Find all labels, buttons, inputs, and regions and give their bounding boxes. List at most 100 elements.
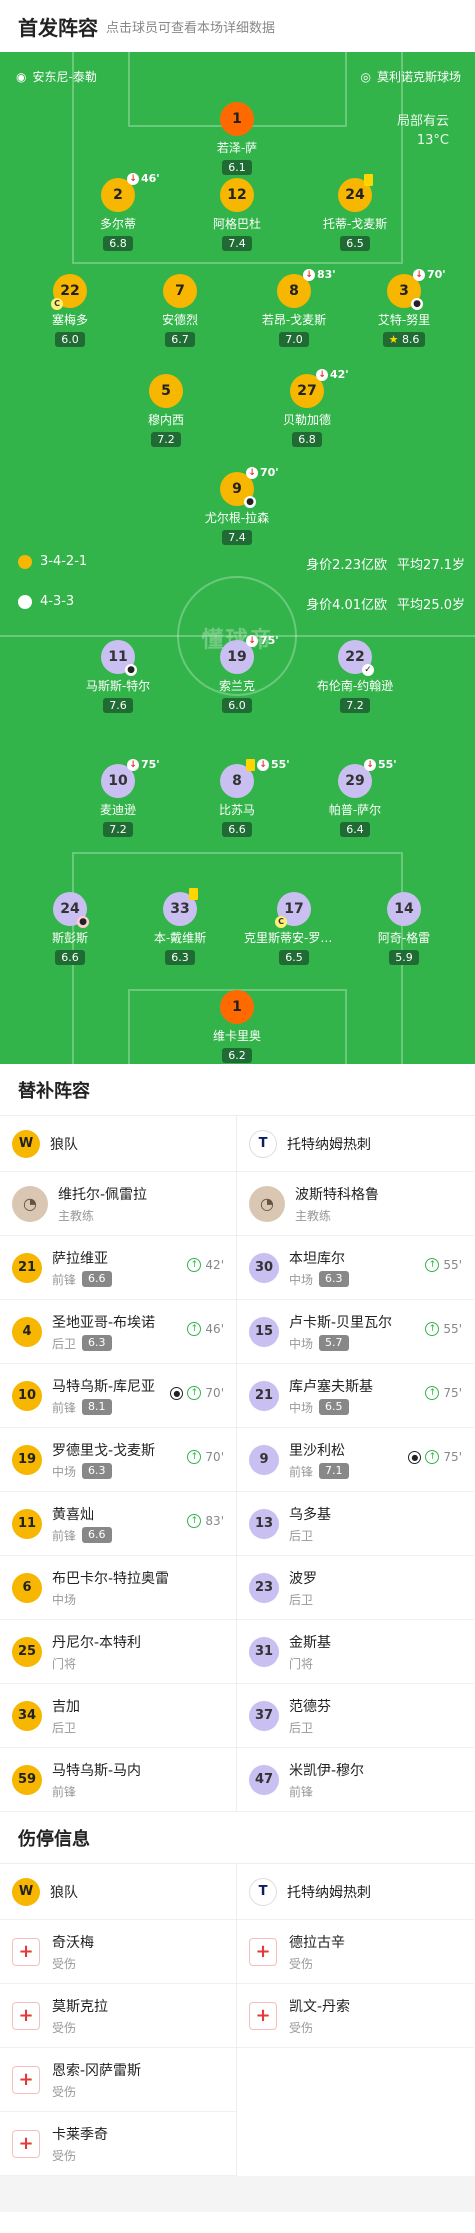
- player-rating: 6.3: [165, 950, 195, 965]
- player-meta: 门将: [289, 1655, 331, 1672]
- sub-player-row[interactable]: 59 马特乌斯-马内 前锋: [0, 1748, 236, 1812]
- sub-on-indicator: ↑ 55': [425, 1258, 462, 1272]
- referee-name: 安东尼-泰勒: [32, 70, 97, 84]
- player-rating: 8.6: [401, 333, 420, 346]
- lineup-subtitle: 点击球员可查看本场详细数据: [106, 20, 276, 36]
- team-name: 狼队: [50, 1884, 78, 1901]
- away-player[interactable]: 14 阿奇-格雷 5.9: [354, 892, 454, 965]
- player-rating: 7.1: [319, 1463, 349, 1479]
- home-player[interactable]: 9 ↓ 70' ● 尤尔根-拉森 7.4: [187, 466, 287, 545]
- home-player[interactable]: 12 阿格巴杜 7.4: [187, 178, 287, 251]
- sub-player-row[interactable]: 34 吉加 后卫: [0, 1684, 236, 1748]
- away-value-text: 身价4.01亿欧: [306, 598, 388, 613]
- player-number: 29: [345, 773, 365, 789]
- player-name: 萨拉维亚: [52, 1250, 108, 1267]
- sub-player-row[interactable]: 21 库卢塞夫斯基 中场 6.5 ↑ 75': [237, 1364, 474, 1428]
- away-team-row[interactable]: T 托特纳姆热刺: [237, 1864, 474, 1920]
- player-position: 前锋: [52, 1784, 77, 1799]
- sub-off-icon: ↓: [413, 268, 425, 281]
- player-number: 17: [284, 901, 304, 917]
- player-rating: 7.4: [222, 530, 252, 545]
- sub-off-icon: ↓: [364, 758, 376, 771]
- sub-time: 55': [271, 758, 290, 771]
- player-position: 前锋: [52, 1272, 77, 1287]
- sub-player-row[interactable]: 6 布巴卡尔-特拉奥雷 中场: [0, 1556, 236, 1620]
- whistle-icon: ◉: [16, 69, 27, 84]
- sub-player-row[interactable]: 10 马特乌斯-库尼亚 前锋 8.1 ● ↑ 70': [0, 1364, 236, 1428]
- sub-player-row[interactable]: 47 米凯伊-穆尔 前锋: [237, 1748, 474, 1812]
- sub-player-row[interactable]: 37 范德芬 后卫: [237, 1684, 474, 1748]
- player-position: 前锋: [289, 1464, 314, 1479]
- sub-player-row[interactable]: 31 金斯基 门将: [237, 1620, 474, 1684]
- injury-row[interactable]: + 恩索-冈萨雷斯 受伤: [0, 2048, 236, 2112]
- away-player[interactable]: 33 本-戴维斯 6.3: [130, 888, 230, 965]
- player-number: 47: [249, 1764, 279, 1795]
- player-rating: 6.6: [82, 1527, 112, 1543]
- away-player[interactable]: 22 ✓ 布伦南-约翰逊 7.2: [305, 640, 405, 713]
- sub-player-row[interactable]: 21 萨拉维亚 前锋 6.6 ↑ 42': [0, 1236, 236, 1300]
- home-coach-row[interactable]: ◔ 维托尔-佩雷拉 主教练: [0, 1172, 236, 1236]
- home-player[interactable]: 5 穆内西 7.2: [116, 374, 216, 447]
- assist-icon: ✓: [362, 664, 374, 676]
- away-player[interactable]: 24 ● 斯彭斯 6.6: [20, 892, 120, 965]
- player-meta: 前锋: [52, 1783, 141, 1800]
- sub-player-row[interactable]: 23 波罗 后卫: [237, 1556, 474, 1620]
- goal-icon: ●: [125, 664, 137, 676]
- sub-player-row[interactable]: 13 乌多基 后卫: [237, 1492, 474, 1556]
- player-position: 后卫: [52, 1336, 77, 1351]
- home-player[interactable]: 3 ↓ 70' ● 艾特-努里 ★ 8.6: [354, 268, 454, 347]
- home-team-row[interactable]: W 狼队: [0, 1864, 236, 1920]
- sub-off-icon: ↓: [316, 368, 328, 381]
- away-player[interactable]: 29 ↓ 55' 帕普-萨尔 6.4: [305, 758, 405, 837]
- player-number: 25: [12, 1636, 42, 1667]
- home-player[interactable]: 22 C 塞梅多 6.0: [20, 274, 120, 347]
- away-player[interactable]: 19 ↓ 75' 索兰克 6.0: [187, 634, 287, 713]
- player-name: 塞梅多: [51, 313, 88, 327]
- injury-row[interactable]: + 德拉古辛 受伤: [237, 1920, 474, 1984]
- away-player[interactable]: 1 维卡里奥 6.2: [187, 990, 287, 1063]
- home-player[interactable]: 7 安德烈 6.7: [130, 274, 230, 347]
- home-player[interactable]: 24 托蒂-戈麦斯 6.5: [305, 174, 405, 251]
- sub-player-row[interactable]: 30 本坦库尔 中场 6.3 ↑ 55': [237, 1236, 474, 1300]
- player-name: 帕普-萨尔: [328, 803, 382, 817]
- home-player[interactable]: 1 若泽-萨 6.1: [187, 102, 287, 175]
- injury-row[interactable]: + 凯文-丹索 受伤: [237, 1984, 474, 2048]
- away-team-row[interactable]: T 托特纳姆热刺: [237, 1116, 474, 1172]
- away-player[interactable]: 17 C 克里斯蒂安-罗梅罗 6.5: [244, 892, 344, 965]
- sub-player-row[interactable]: 9 里沙利松 前锋 7.1 ● ↑ 75': [237, 1428, 474, 1492]
- sub-on-icon: ↑: [187, 1386, 202, 1400]
- sub-player-row[interactable]: 4 圣地亚哥-布埃诺 后卫 6.3 ↑ 46': [0, 1300, 236, 1364]
- sub-time: 70': [260, 466, 279, 479]
- sub-player-row[interactable]: 25 丹尼尔-本特利 门将: [0, 1620, 236, 1684]
- player-name: 麦迪逊: [99, 803, 136, 817]
- away-player[interactable]: 11 ● 马斯斯-特尔 7.6: [68, 640, 168, 713]
- injury-row[interactable]: + 莫斯克拉 受伤: [0, 1984, 236, 2048]
- sub-time: 42': [330, 368, 349, 381]
- home-player[interactable]: 2 ↓ 46' 多尔蒂 6.8: [68, 172, 168, 251]
- medical-cross-icon: +: [12, 2065, 40, 2094]
- player-name: 索兰克: [218, 679, 255, 693]
- sub-player-row[interactable]: 15 卢卡斯-贝里瓦尔 中场 5.7 ↑ 55': [237, 1300, 474, 1364]
- away-coach-row[interactable]: ◔ 波斯特科格鲁 主教练: [237, 1172, 474, 1236]
- sub-on-icon: ↑: [187, 1258, 202, 1272]
- away-player[interactable]: 8 ↓ 55' 比苏马 6.6: [187, 758, 290, 837]
- injury-row[interactable]: + 奇沃梅 受伤: [0, 1920, 236, 1984]
- away-player[interactable]: 10 ↓ 75' 麦迪逊 7.2: [68, 758, 168, 837]
- spurs-crest-icon: [18, 594, 32, 609]
- player-number: 23: [249, 1572, 279, 1603]
- player-rating: 7.2: [103, 822, 133, 837]
- sub-player-row[interactable]: 11 黄喜灿 前锋 6.6 ↑ 83': [0, 1492, 236, 1556]
- sub-off-indicator: ↓ 70': [246, 466, 279, 479]
- sub-player-row[interactable]: 19 罗德里戈-戈麦斯 中场 6.3 ↑ 70': [0, 1428, 236, 1492]
- wolves-crest-icon: W: [12, 1877, 40, 1906]
- sub-on-indicator: ↑ 42': [187, 1258, 224, 1272]
- player-name: 克里斯蒂安-罗梅罗: [244, 931, 344, 945]
- home-age-text: 平均27.1岁: [397, 558, 465, 573]
- home-player[interactable]: 8 ↓ 83' 若昂-戈麦斯 7.0: [244, 268, 344, 347]
- player-name: 布巴卡尔-特拉奥雷: [52, 1570, 170, 1587]
- injury-row[interactable]: + 卡莱季奇 受伤: [0, 2112, 236, 2176]
- coach-name: 波斯特科格鲁: [295, 1186, 379, 1203]
- home-team-row[interactable]: W 狼队: [0, 1116, 236, 1172]
- home-player[interactable]: 27 ↓ 42' 贝勒加德 6.8: [257, 368, 357, 447]
- stadium-icon: ◎: [360, 69, 371, 84]
